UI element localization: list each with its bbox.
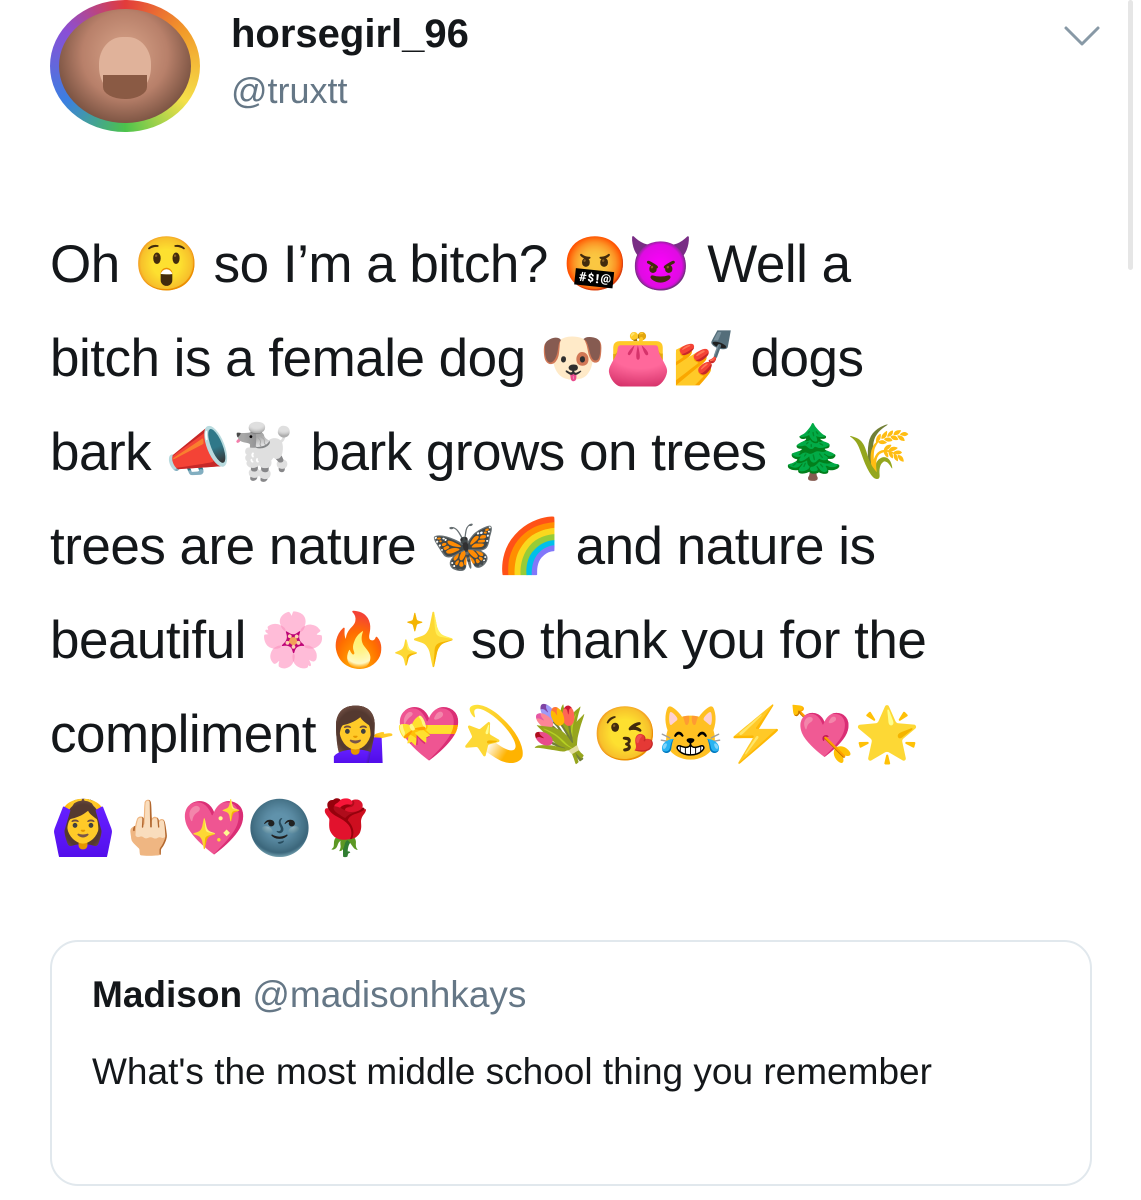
quoted-tweet-text: What's the most middle school thing you … (92, 1051, 932, 1092)
tweet: horsegirl_96 @truxtt Oh 😲 so I’m a bitch… (0, 0, 1141, 1200)
tweet-text-line: compliment 💁‍♀️💝💫💐😘😹⚡💘🌟 (50, 705, 920, 764)
chevron-down-icon[interactable] (1062, 22, 1102, 50)
author-display-name[interactable]: horsegirl_96 (231, 12, 469, 57)
scrollbar[interactable] (1128, 0, 1133, 270)
avatar-photo (59, 9, 191, 123)
quoted-tweet-header: Madison @madisonhkays (92, 974, 526, 1016)
author-handle[interactable]: @truxtt (231, 70, 348, 112)
tweet-text: Oh 😲 so I’m a bitch? 🤬😈 Well a bitch is … (50, 218, 1110, 876)
avatar-beard (103, 75, 147, 99)
quoted-tweet[interactable]: Madison @madisonhkays What's the most mi… (50, 940, 1092, 1186)
tweet-text-line: Oh 😲 so I’m a bitch? 🤬😈 Well a (50, 235, 851, 294)
quoted-tweet-handle: @madisonhkays (252, 974, 527, 1015)
avatar[interactable] (50, 0, 200, 132)
tweet-text-line: bitch is a female dog 🐶👛💅 dogs (50, 329, 864, 388)
tweet-text-line: 🙆‍♀️🖕🏻💖🌚🌹 (50, 799, 378, 858)
tweet-text-line: beautiful 🌸🔥✨ so thank you for the (50, 611, 927, 670)
tweet-text-line: bark 📣🐩 bark grows on trees 🌲🌾 (50, 423, 912, 482)
quoted-tweet-name: Madison (92, 974, 243, 1015)
tweet-text-line: trees are nature 🦋🌈 and nature is (50, 517, 876, 576)
